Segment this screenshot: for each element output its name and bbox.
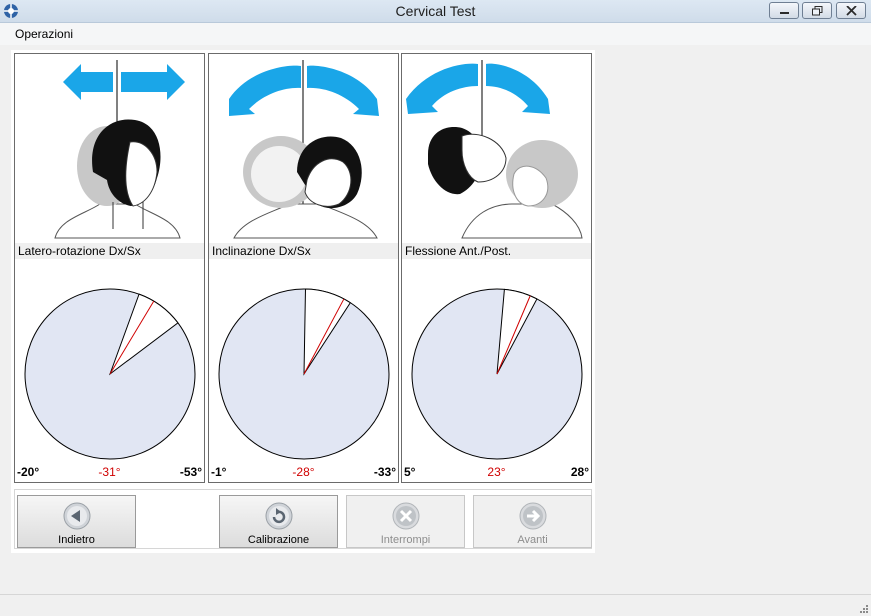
current-angle-value: 23° (487, 465, 506, 479)
head-figure-icon (428, 127, 583, 239)
angle-gauge (411, 288, 583, 460)
close-circle-icon (392, 502, 420, 530)
max-angle-value: -53° (179, 465, 202, 479)
panel-inclination: Inclinazione Dx/Sx -1° -28° -33° (208, 53, 399, 483)
panel-flexion: Flessione Ant./Post. 5° 23° 28° (401, 53, 592, 483)
rotation-illustration (54, 60, 185, 239)
minimize-button[interactable] (769, 2, 799, 19)
back-label: Indietro (58, 534, 95, 546)
panel-label: Inclinazione Dx/Sx (209, 243, 398, 259)
curved-arrow-icon (229, 65, 379, 116)
inclination-illustration (229, 60, 379, 239)
arrow-right-icon (519, 502, 547, 530)
double-arrow-icon (63, 64, 185, 100)
close-button[interactable] (836, 2, 866, 19)
panel-label: Latero-rotazione Dx/Sx (15, 243, 204, 259)
window-title: Cervical Test (395, 3, 476, 19)
next-button[interactable]: Avanti (473, 495, 592, 548)
back-button[interactable]: Indietro (17, 495, 136, 548)
restore-icon (812, 6, 823, 16)
calibration-label: Calibrazione (247, 534, 310, 546)
panel-rotation: Latero-rotazione Dx/Sx -20° -31° -53° (14, 53, 205, 483)
status-bar (0, 594, 871, 616)
menu-bar: Operazioni (0, 23, 871, 45)
next-label: Avanti (517, 534, 548, 546)
head-figure-icon (233, 136, 378, 239)
current-angle-value: -28° (292, 465, 315, 479)
main-content: Latero-rotazione Dx/Sx -20° -31° -53° In… (11, 50, 595, 553)
minimize-icon (780, 12, 789, 14)
refresh-icon (265, 502, 293, 530)
arrow-left-icon (63, 502, 91, 530)
angle-gauge (24, 288, 196, 460)
title-bar: Cervical Test (0, 0, 871, 23)
stop-button[interactable]: Interrompi (346, 495, 465, 548)
angle-gauge (218, 288, 390, 460)
restore-button[interactable] (802, 2, 832, 19)
action-bar: Indietro Calibrazione Interrompi Avanti (14, 489, 592, 549)
panel-label: Flessione Ant./Post. (402, 243, 591, 259)
resize-grip-icon[interactable] (858, 603, 868, 613)
close-icon (846, 6, 857, 16)
flexion-illustration (406, 60, 583, 239)
menu-item-operazioni[interactable]: Operazioni (15, 27, 73, 41)
stop-label: Interrompi (380, 534, 431, 546)
current-angle-value: -31° (98, 465, 121, 479)
head-figure-icon (54, 119, 181, 239)
curved-arrow-icon (406, 63, 550, 114)
calibration-button[interactable]: Calibrazione (219, 495, 338, 548)
max-angle-value: 28° (570, 465, 589, 479)
max-angle-value: -33° (373, 465, 396, 479)
